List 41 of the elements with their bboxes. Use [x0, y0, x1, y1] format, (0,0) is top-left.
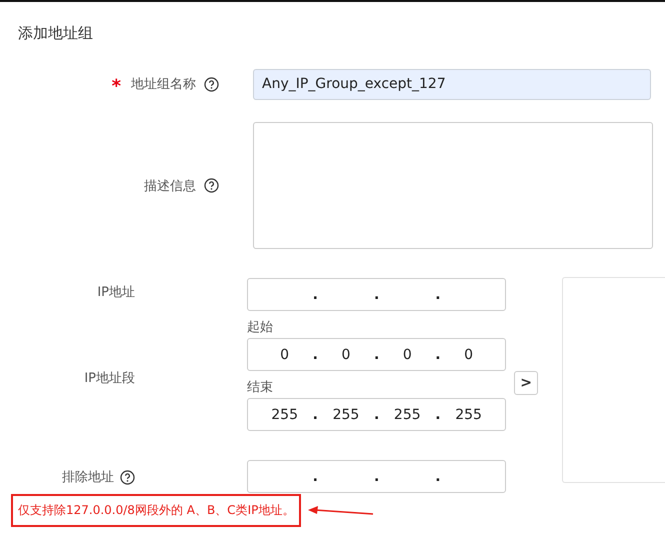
field-label: IP地址段	[84, 370, 135, 387]
octet-separator: .	[312, 286, 318, 302]
octet-separator: .	[374, 406, 380, 422]
octet-value: 255	[270, 406, 299, 422]
description-field[interactable]	[253, 122, 653, 249]
octet-value: 0	[279, 346, 290, 362]
field-label: 地址组名称	[131, 76, 196, 93]
field-label: IP地址	[97, 284, 135, 301]
octet-separator: .	[435, 346, 441, 362]
octet-value: 255	[332, 406, 360, 422]
ip-address-field[interactable]: . . .	[247, 278, 506, 311]
octet-separator: .	[374, 286, 380, 302]
range-start-field[interactable]: 0 . 0 . 0 . 0	[247, 338, 506, 371]
octet-value: 255	[454, 406, 483, 422]
octet-value: 0	[402, 346, 413, 362]
field-label: 排除地址	[62, 469, 114, 486]
octet-value: 255	[392, 406, 422, 422]
dialog-title: 添加地址组	[17, 23, 94, 44]
octet-separator: .	[435, 468, 441, 484]
range-end-field[interactable]: 255 . 255 . 255 . 255	[247, 398, 506, 431]
annotation-note: 仅支持除127.0.0.0/8网段外的 A、B、C类IP地址。	[11, 494, 302, 527]
end-label: 结束	[247, 379, 274, 397]
exclude-address-field[interactable]: . . .	[247, 460, 506, 493]
octet-separator: .	[374, 468, 380, 484]
help-icon[interactable]	[204, 178, 219, 193]
octet-separator: .	[312, 346, 318, 362]
octet-value: 0	[463, 346, 474, 362]
octet-separator: .	[312, 468, 318, 484]
field-label: 描述信息	[144, 178, 196, 194]
add-button[interactable]: >	[514, 371, 538, 395]
octet-separator: .	[435, 286, 441, 302]
required-asterisk: *	[112, 76, 121, 96]
octet-value: 0	[340, 346, 352, 362]
annotation-arrow	[307, 504, 376, 516]
octet-separator: .	[435, 406, 441, 422]
octet-separator: .	[374, 346, 380, 362]
help-icon[interactable]	[204, 76, 219, 92]
group-name-field[interactable]: Any_IP_Group_except_127	[253, 68, 651, 100]
octet-separator: .	[312, 406, 318, 422]
help-icon[interactable]	[120, 470, 135, 484]
start-label: 起始	[247, 319, 274, 337]
